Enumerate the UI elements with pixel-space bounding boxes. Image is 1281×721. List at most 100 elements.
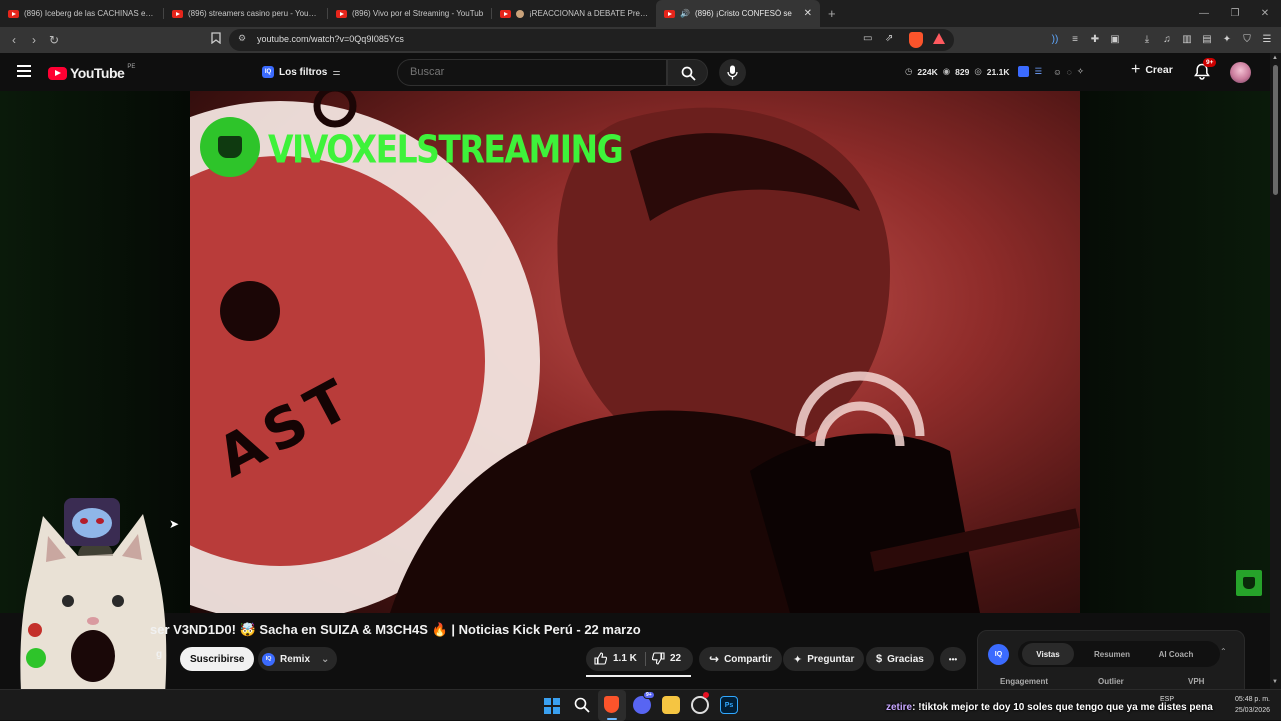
scrollbar-thumb[interactable] (1273, 65, 1278, 195)
extensions-icon[interactable]: ✚ (1088, 33, 1102, 47)
video-frame[interactable]: AST VIVOXELSTREAMING (190, 91, 1080, 613)
restore-icon[interactable]: ❐ (1219, 0, 1251, 27)
browser-tab-active[interactable]: 🔊 (896) ¡Cristo CONFESÓ se ✕ (656, 0, 820, 27)
site-settings-icon[interactable]: ⚙ (238, 33, 246, 44)
create-button[interactable]: + Crear (1131, 62, 1173, 78)
back-icon[interactable]: ‹ (6, 32, 22, 48)
channel-avatar[interactable] (26, 648, 46, 668)
download-icon[interactable]: ⤓ (1140, 33, 1154, 47)
tab-vistas[interactable]: Vistas (1022, 643, 1074, 665)
like-button[interactable]: 1.1 K (594, 652, 637, 665)
microphone-icon (727, 65, 738, 80)
notifications-button[interactable]: 9+ (1194, 58, 1217, 85)
avatar-favicon-icon (516, 9, 524, 18)
search-box[interactable] (397, 59, 667, 86)
avatar[interactable] (1230, 62, 1251, 83)
thanks-button[interactable]: $ Gracias (866, 647, 934, 671)
browser-tab[interactable]: (896) Vivo por el Streaming - YouTub (328, 0, 492, 27)
obs-icon[interactable] (691, 692, 709, 714)
youtube-header: YouTube PE IQ Los filtros ⚌ ◷ 224K ◉ 829… (0, 53, 1270, 91)
reload-icon[interactable]: ↻ (46, 32, 62, 48)
close-window-icon[interactable]: ✕ (1249, 0, 1281, 27)
reader-icon[interactable]: ≡ (1068, 33, 1082, 47)
bookmark-icon[interactable] (208, 32, 224, 48)
wallet-icon[interactable]: ▤ (1200, 33, 1214, 47)
brave-rewards-icon[interactable] (933, 33, 945, 44)
media-icon[interactable]: ♫ (1160, 33, 1174, 47)
youtube-favicon-icon (172, 9, 183, 18)
more-actions-button[interactable]: ••• (940, 647, 966, 671)
vidiq-badge-icon[interactable] (1018, 66, 1030, 77)
chat-icon[interactable]: ◌ (1067, 67, 1072, 77)
windows-start-icon[interactable] (544, 698, 560, 714)
translate-icon[interactable]: ▣ (1108, 33, 1122, 47)
notification-dot (703, 692, 709, 698)
forward-icon[interactable]: › (26, 32, 42, 48)
ask-button[interactable]: ✦ Preguntar (783, 647, 865, 671)
create-label: Crear (1145, 64, 1173, 76)
scroll-up-icon[interactable]: ▲ (1272, 55, 1278, 61)
voice-search-button[interactable] (719, 59, 746, 86)
tab-resumen[interactable]: Resumen (1084, 643, 1140, 665)
remix-button[interactable]: IQ Remix ⌄ (258, 647, 338, 671)
taskbar-active-app[interactable] (598, 690, 626, 721)
search-input[interactable] (410, 66, 650, 78)
right-backdrop (1080, 91, 1270, 613)
thanks-label: Gracias (887, 653, 924, 665)
like-dislike-group: 1.1 K 22 (586, 647, 693, 671)
minimize-icon[interactable]: — (1188, 0, 1220, 27)
vidiq-icon: IQ (262, 66, 274, 78)
sparkle-icon: ✦ (793, 653, 803, 666)
subscribe-button[interactable]: Suscribirse (180, 647, 255, 671)
chevron-down-icon: ⌄ (321, 653, 330, 665)
notification-badge: 9+ (1203, 58, 1217, 67)
video-player[interactable]: AST VIVOXELSTREAMING (0, 91, 1270, 613)
sidebar-icon[interactable]: ▥ (1180, 33, 1194, 47)
vidiq-stats: ◷ 224K ◉ 829 ◎ 21.1K ☰ ☺ ◌ ✧ (905, 66, 1084, 77)
guide-menu-icon[interactable] (17, 65, 31, 77)
chat-overlay-message: zetire: !tiktok mejor te doy 10 soles qu… (886, 702, 1213, 713)
youtube-logo[interactable]: YouTube PE (48, 64, 135, 81)
channel-name[interactable]: g (156, 649, 162, 660)
file-explorer-icon[interactable] (662, 696, 680, 714)
brave-shield-icon[interactable] (909, 32, 923, 48)
scroll-down-icon[interactable]: ▼ (1272, 679, 1278, 685)
logo-text: YouTube (70, 65, 125, 81)
channel-overlay-text: VIVOXELSTREAMING (268, 127, 624, 172)
new-tab-button[interactable]: + (828, 6, 836, 21)
leo-ai-icon[interactable]: ✦ (1220, 33, 1234, 47)
browser-tab[interactable]: (896) streamers casino peru - YouTub (164, 0, 328, 27)
filters-button[interactable]: IQ Los filtros ⚌ (262, 62, 340, 82)
close-tab-icon[interactable]: ✕ (804, 8, 812, 19)
discord-icon[interactable]: 9+ (633, 691, 655, 714)
share-button[interactable]: ↪ Compartir (699, 647, 782, 671)
share-icon[interactable]: ⇗ (885, 33, 893, 44)
chat-text: : !tiktok mejor te doy 10 soles que teng… (912, 702, 1213, 713)
stat-likes: 21.1K (986, 66, 1010, 77)
video-title: ser V3ND1D0! 🤯 Sacha en SUIZA & M3CH4S 🔥… (150, 622, 641, 637)
clock-icon: ◷ (905, 66, 913, 76)
remix-label: Remix (280, 653, 311, 665)
tab-ai-coach[interactable]: AI Coach (1150, 643, 1202, 665)
collapse-icon[interactable]: ⌃ (1220, 647, 1227, 656)
browser-tab[interactable]: ¡REACCIONAN a DEBATE Preside (492, 0, 656, 27)
extension-wave-icon[interactable]: )) (1048, 33, 1062, 47)
emoji-icon[interactable]: ☺ (1053, 67, 1062, 77)
taskbar-search-icon[interactable] (574, 697, 590, 718)
watermark-logo (1236, 570, 1262, 596)
cast-icon[interactable]: ▭ (863, 33, 872, 44)
menu-icon[interactable]: ☰ (1260, 33, 1274, 47)
photoshop-icon[interactable]: Ps (720, 696, 738, 714)
vpn-icon[interactable]: ⛉ (1240, 33, 1254, 47)
list-icon[interactable]: ☰ (1034, 66, 1042, 77)
search-button[interactable] (667, 59, 708, 86)
address-bar[interactable]: ⚙ youtube.com/watch?v=0Qq9I085Ycs ▭ ⇗ (229, 29, 954, 51)
brave-icon (604, 696, 619, 713)
youtube-favicon-icon (8, 9, 19, 18)
browser-tab[interactable]: (896) Iceberg de las CACHINAS en Pe (0, 0, 164, 27)
dislike-button[interactable]: 22 (652, 652, 681, 665)
page-scrollbar[interactable]: ▲ ▼ (1270, 53, 1281, 689)
divider (645, 652, 646, 666)
column-vph: VPH (1188, 677, 1205, 686)
sparkle-icon[interactable]: ✧ (1077, 66, 1084, 77)
